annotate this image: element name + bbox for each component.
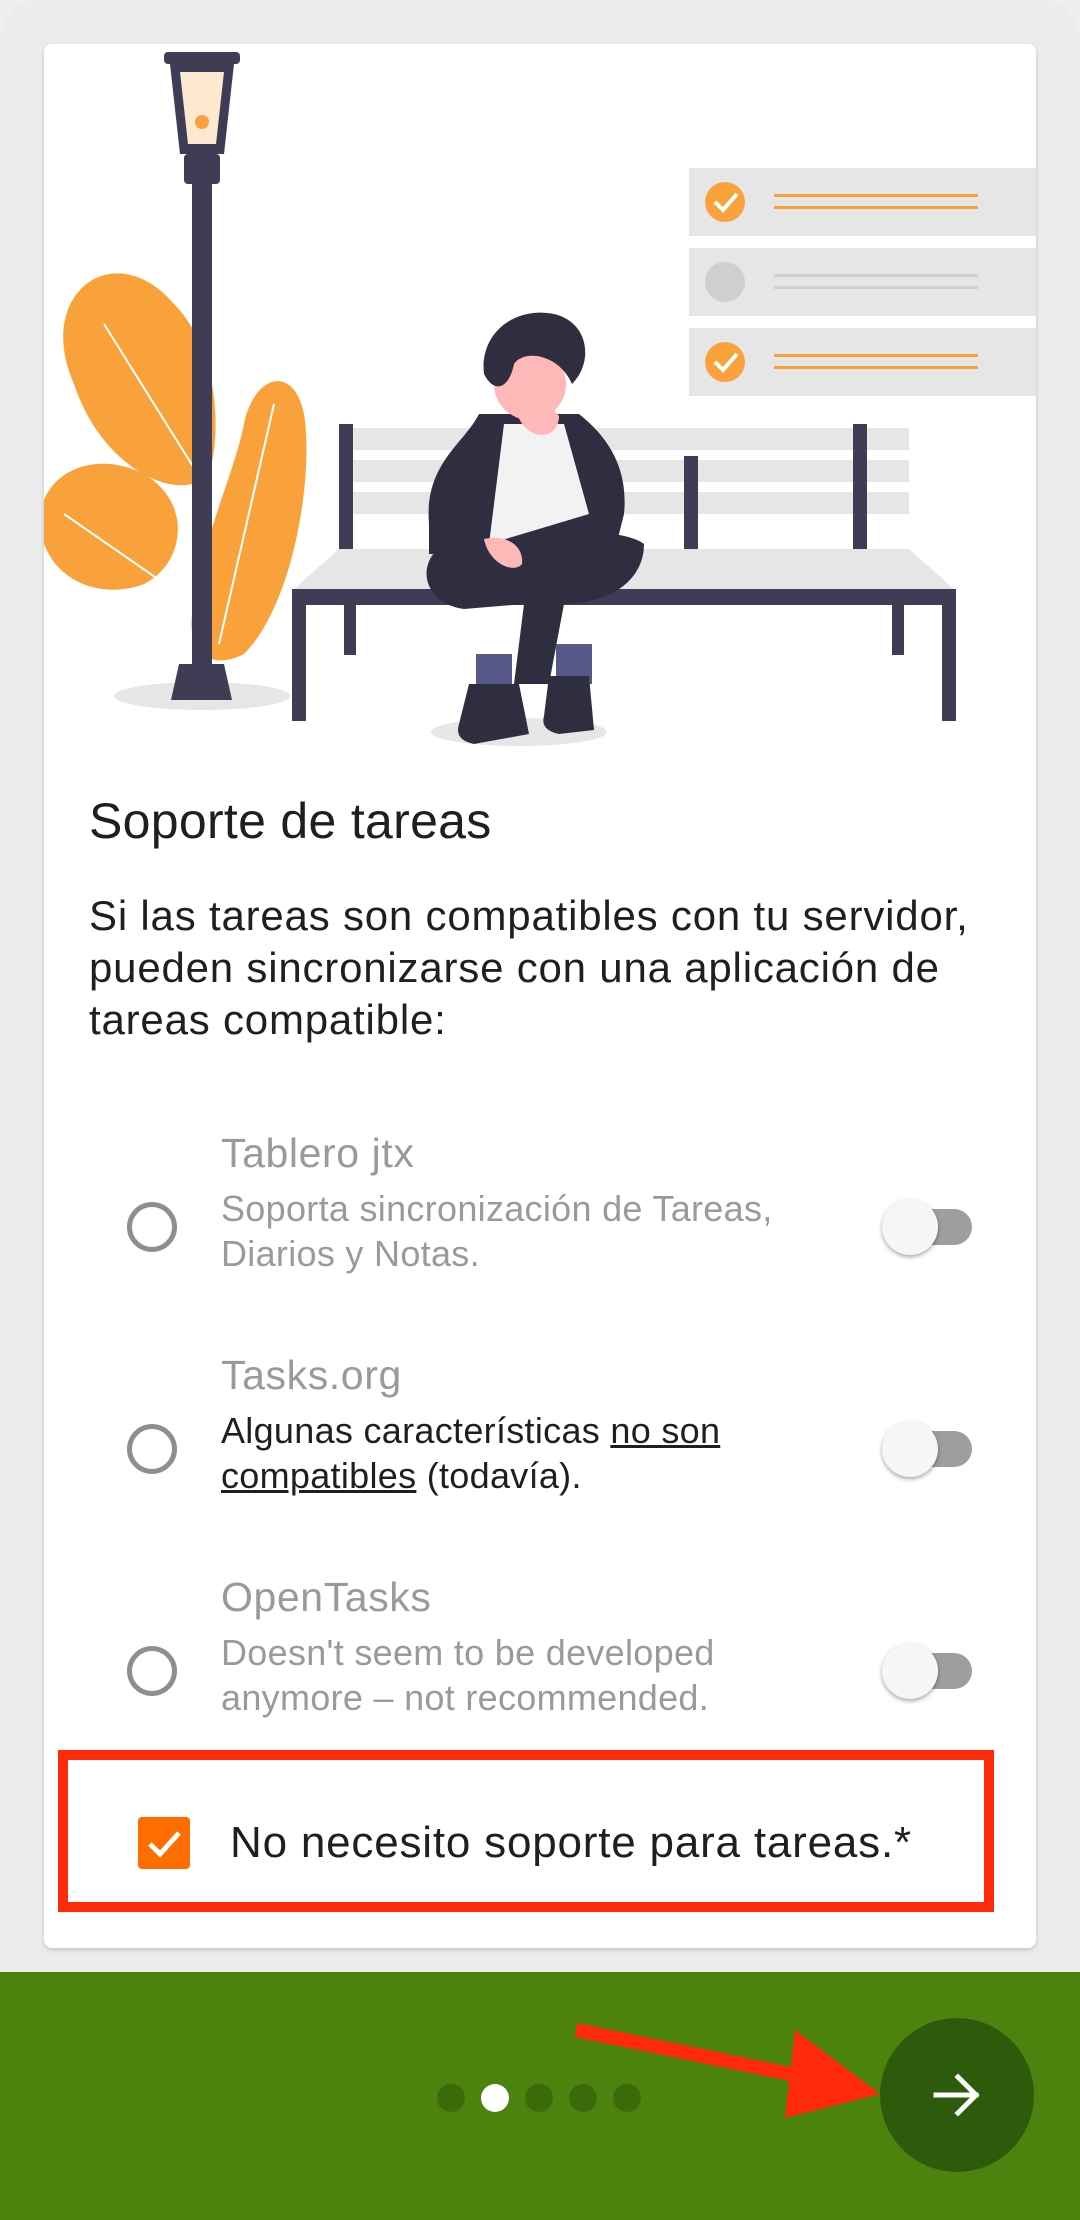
option-description: Soporta sincronización de Tareas, Diario… [221, 1188, 773, 1274]
page-indicator [437, 2084, 647, 2114]
option-name: Tasks.org [221, 1352, 402, 1398]
check-icon [148, 1831, 181, 1858]
page-title: Soporte de tareas [89, 793, 492, 849]
option-tasks-org[interactable]: Tasks.org Algunas características no son… [44, 1344, 1036, 1534]
option-jtx-board[interactable]: Tablero jtx Soporta sincronización de Ta… [44, 1122, 1036, 1312]
description-text: Algunas características [221, 1410, 611, 1451]
option-name: Tablero jtx [221, 1130, 415, 1176]
bench-illustration [44, 52, 1036, 746]
page-dot [613, 2084, 641, 2112]
page-dot-active [481, 2084, 509, 2112]
install-toggle-tasks-org[interactable] [882, 1419, 974, 1479]
option-description: Algunas características no son compatibl… [221, 1408, 861, 1498]
leaves-graphic [44, 273, 307, 661]
radio-jtx-board[interactable] [127, 1202, 177, 1252]
option-name: OpenTasks [221, 1574, 432, 1620]
radio-tasks-org[interactable] [127, 1424, 177, 1474]
option-description: Doesn't seem to be developed anymore – n… [221, 1632, 715, 1718]
toggle-thumb [882, 1421, 938, 1477]
next-button[interactable] [880, 2018, 1034, 2172]
no-task-support-checkbox[interactable] [138, 1817, 190, 1869]
page-dot [437, 2084, 465, 2112]
person-graphic [426, 312, 644, 746]
bottom-navigation-bar [0, 1972, 1080, 2220]
no-task-support-label: No necesito soporte para tareas.* [230, 1818, 912, 1867]
page-description: Si las tareas son compatibles con tu ser… [89, 892, 969, 1043]
app-frame: Soporte de tareas Si las tareas son comp… [0, 0, 1080, 2220]
task-list-graphic [689, 168, 1036, 396]
no-task-support-option[interactable]: No necesito soporte para tareas.* [58, 1750, 994, 1912]
page-dot [525, 2084, 553, 2112]
toggle-thumb [882, 1643, 938, 1699]
toggle-thumb [882, 1199, 938, 1255]
page-dot [569, 2084, 597, 2112]
radio-opentasks[interactable] [127, 1646, 177, 1696]
install-toggle-jtx-board[interactable] [882, 1197, 974, 1257]
install-toggle-opentasks[interactable] [882, 1641, 974, 1701]
content-card: Soporte de tareas Si las tareas son comp… [44, 44, 1036, 1948]
description-text: (todavía). [416, 1455, 582, 1496]
arrow-right-icon [933, 2073, 980, 2117]
option-opentasks[interactable]: OpenTasks Doesn't seem to be developed a… [44, 1566, 1036, 1756]
